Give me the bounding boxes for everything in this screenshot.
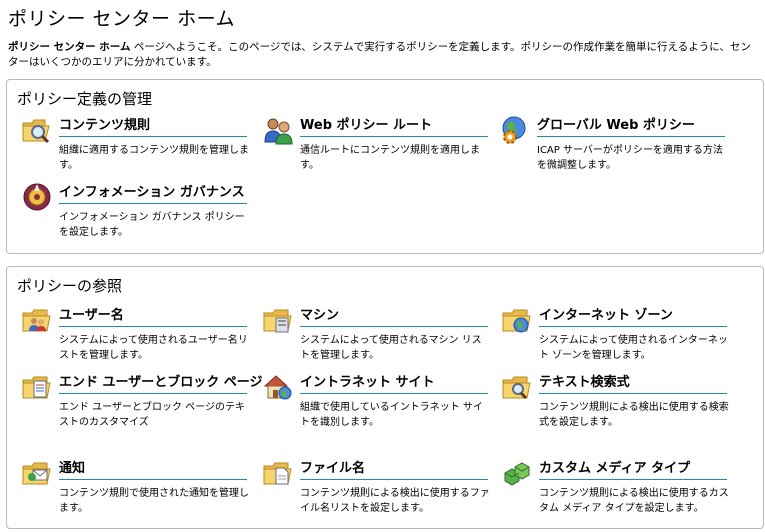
custom-media-types-link[interactable]: カスタム メディア タイプ <box>539 457 690 476</box>
item-description: システムによって使用されるマシン リストを管理します。 <box>300 335 482 361</box>
section-title: ポリシーの参照 <box>17 277 123 295</box>
policy-references-panel: ポリシーの参照 ユーザー名 システムによって使用されるユーザー名リストを管理しま… <box>6 266 764 529</box>
item-description: エンド ユーザーとブロック ページのテキストのカスタマイズ <box>59 402 245 428</box>
divider <box>539 326 727 327</box>
folder-search-icon <box>502 376 531 400</box>
item-description: システムによって使用されるユーザー名リストを管理します。 <box>59 335 248 361</box>
users-route-icon <box>264 118 293 145</box>
governance-icon <box>23 183 51 211</box>
page-title: ポリシー センター ホーム <box>8 8 236 30</box>
divider <box>539 479 727 480</box>
house-globe-icon <box>263 375 292 400</box>
globe-gear-icon <box>502 116 526 144</box>
content-rules-link[interactable]: コンテンツ規則 <box>59 114 150 133</box>
divider <box>59 479 247 480</box>
file-names-link[interactable]: ファイル名 <box>300 457 365 476</box>
folder-users-icon <box>22 309 51 332</box>
folder-machine-icon <box>263 309 292 333</box>
folder-document-icon <box>22 376 51 399</box>
policy-definition-panel: ポリシー定義の管理 コンテンツ規則 組織に適用するコンテンツ規則を管理します。 … <box>6 79 764 254</box>
item-description: インフォメーション ガバナンス ポリシーを設定します。 <box>59 212 245 238</box>
intro-bold: ポリシー センター ホーム <box>8 41 131 53</box>
item-description: 組織で使用しているイントラネット サイトを識別します。 <box>300 402 483 428</box>
global-web-policy-link[interactable]: グローバル Web ポリシー <box>537 114 695 133</box>
folder-magnifier-icon <box>22 119 50 144</box>
internet-zones-link[interactable]: インターネット ゾーン <box>539 304 673 323</box>
item-description: 組織に適用するコンテンツ規則を管理します。 <box>59 145 249 171</box>
item-description: 通信ルートにコンテンツ規則を適用します。 <box>300 145 480 171</box>
divider <box>539 393 727 394</box>
web-policy-routes-link[interactable]: Web ポリシー ルート <box>300 114 432 133</box>
folder-globe-icon <box>502 309 531 333</box>
item-description: コンテンツ規則による検出に使用するファイル名リストを設定します。 <box>300 488 490 514</box>
folder-file-icon <box>263 462 292 485</box>
text-search-expressions-link[interactable]: テキスト検索式 <box>539 371 630 390</box>
machines-link[interactable]: マシン <box>300 304 339 323</box>
notifications-link[interactable]: 通知 <box>59 457 85 476</box>
information-governance-link[interactable]: インフォメーション ガバナンス <box>59 181 245 200</box>
item-description: コンテンツ規則による検出に使用するカスタム メディア タイプを設定します。 <box>539 488 729 514</box>
divider <box>300 136 488 137</box>
divider <box>300 326 488 327</box>
item-description: ICAP サーバーがポリシーを適用する方法を微調整します。 <box>537 145 723 171</box>
item-description: コンテンツ規則で使用された通知を管理します。 <box>59 488 249 514</box>
divider <box>59 393 247 394</box>
intro-text: ポリシー センター ホーム ページへようこそ。このページでは、システムで実行する… <box>8 40 760 70</box>
cubes-icon <box>504 462 530 486</box>
intranet-sites-link[interactable]: イントラネット サイト <box>300 371 435 390</box>
folder-mail-icon <box>22 462 51 485</box>
divider <box>300 479 488 480</box>
section-title: ポリシー定義の管理 <box>17 90 153 108</box>
divider <box>300 393 488 394</box>
item-description: コンテンツ規則による検出に使用する検索式を設定します。 <box>539 402 729 428</box>
divider <box>59 136 247 137</box>
divider <box>537 136 725 137</box>
item-description: システムによって使用されるインターネット ゾーンを管理します。 <box>539 335 728 361</box>
usernames-link[interactable]: ユーザー名 <box>59 304 124 323</box>
end-user-block-pages-link[interactable]: エンド ユーザーとブロック ページ <box>59 371 263 390</box>
divider <box>59 326 247 327</box>
divider <box>59 203 247 204</box>
